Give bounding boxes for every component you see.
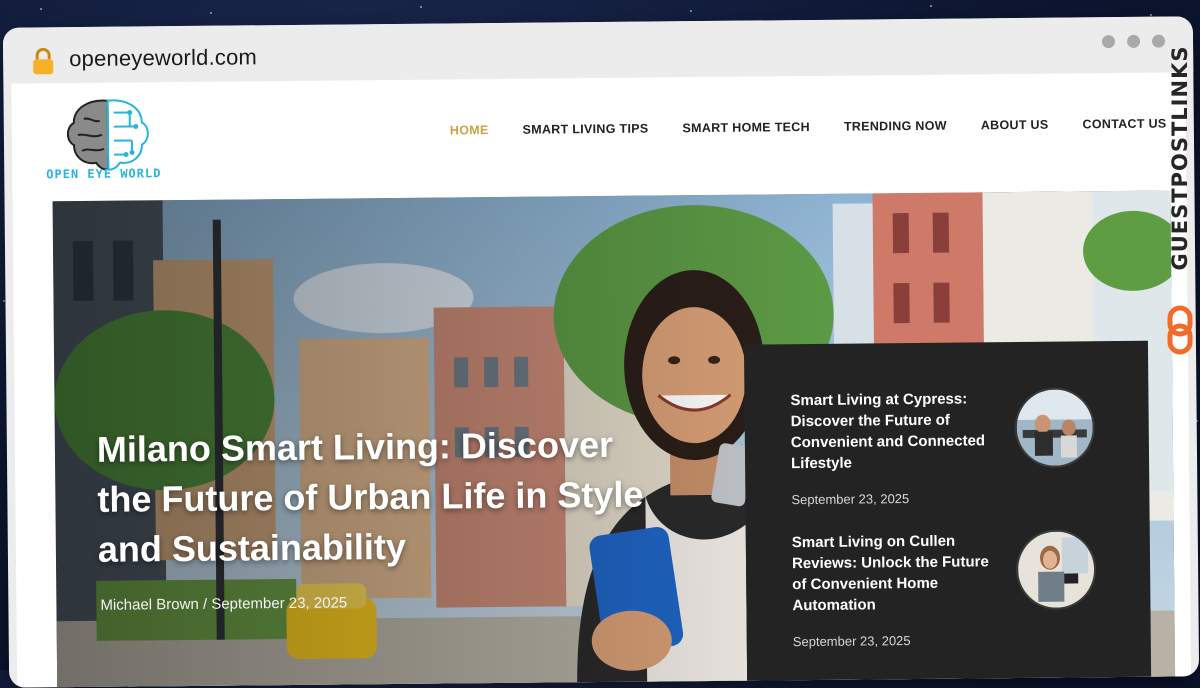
recent-posts-panel: Smart Living at Cypress: Discover the Fu… — [743, 340, 1152, 685]
recent-post-item[interactable]: Smart Living at Cypress: Discover the Fu… — [790, 387, 1121, 507]
author-name[interactable]: Michael Brown — [100, 596, 199, 614]
star-decoration — [930, 5, 932, 7]
hero-featured-post[interactable]: Milano Smart Living: Discover the Future… — [52, 190, 1176, 688]
recent-post-date: September 23, 2025 — [791, 491, 910, 508]
hero-meta: Michael Brown / September 23, 2025 — [100, 594, 347, 613]
nav-item-smart-living-tips[interactable]: SMART LIVING TIPS — [522, 122, 648, 137]
window-control-dot[interactable] — [1126, 34, 1141, 48]
window-control-dot[interactable] — [1151, 34, 1166, 48]
star-decoration — [1150, 14, 1152, 16]
window-control-dot[interactable] — [1101, 35, 1116, 49]
recent-post-date: September 23, 2025 — [792, 633, 911, 650]
padlock-icon — [33, 47, 54, 75]
gym-photo-thumbnail[interactable] — [1014, 387, 1096, 469]
star-decoration — [420, 6, 422, 8]
guestpostlinks-watermark: GUESTPOSTLINKS — [1162, 46, 1196, 358]
woman-tablet-photo-thumbnail[interactable] — [1015, 529, 1097, 611]
recent-post-title[interactable]: Smart Living on Cullen Reviews: Unlock t… — [792, 530, 998, 616]
watermark-text: GUESTPOSTLINKS — [1168, 45, 1192, 271]
link-chain-icon — [1167, 305, 1193, 355]
hero-title[interactable]: Milano Smart Living: Discover the Future… — [97, 419, 658, 574]
web-page: OPEN EYE WORLD HOME SMART LIVING TIPS SM… — [11, 72, 1192, 688]
recent-post-item[interactable]: Smart Living on Cullen Reviews: Unlock t… — [792, 529, 1123, 649]
nav-item-about-us[interactable]: ABOUT US — [981, 118, 1049, 133]
nav-item-trending-now[interactable]: TRENDING NOW — [844, 119, 947, 134]
window-controls — [1101, 34, 1166, 49]
nav-item-home[interactable]: HOME — [450, 123, 489, 137]
nav-item-contact-us[interactable]: CONTACT US — [1082, 117, 1166, 132]
nav-item-smart-home-tech[interactable]: SMART HOME TECH — [682, 120, 810, 135]
star-decoration — [210, 12, 212, 14]
logo-text[interactable]: OPEN EYE WORLD — [46, 166, 161, 181]
url-text[interactable]: openeyeworld.com — [69, 44, 257, 72]
meta-separator: / — [202, 595, 208, 613]
main-navigation: HOME SMART LIVING TIPS SMART HOME TECH T… — [450, 116, 1199, 138]
star-decoration — [40, 8, 42, 10]
star-decoration — [690, 10, 692, 12]
post-date: September 23, 2025 — [211, 594, 348, 613]
browser-window: openeyeworld.com OPEN EYE WORLD HOME SMA… — [2, 16, 1200, 688]
recent-post-title[interactable]: Smart Living at Cypress: Discover the Fu… — [790, 388, 996, 474]
